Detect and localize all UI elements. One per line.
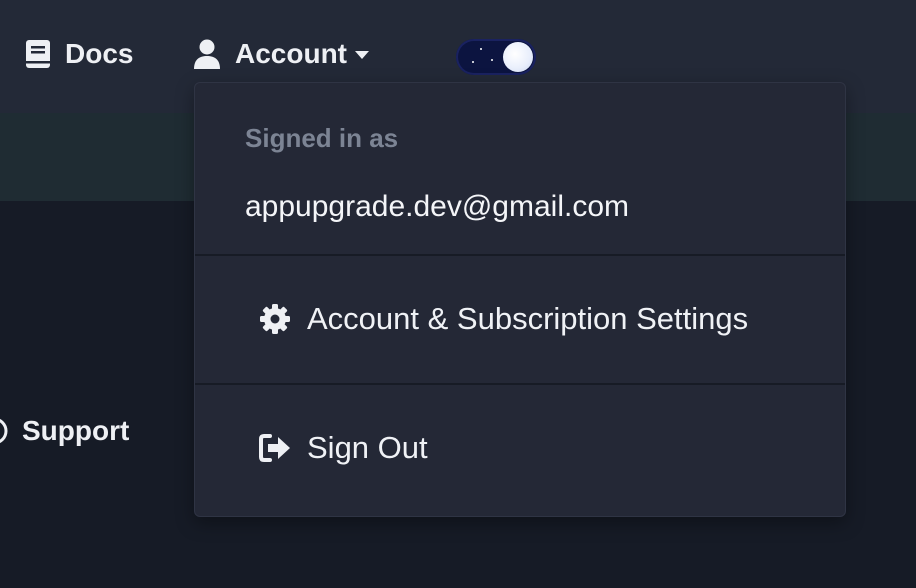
sign-out-label: Sign Out: [307, 430, 428, 465]
nav-docs-link[interactable]: Docs: [25, 38, 133, 70]
user-email: appupgrade.dev@gmail.com: [245, 190, 630, 223]
support-icon: [0, 416, 8, 446]
account-settings-label: Account & Subscription Settings: [307, 301, 749, 336]
sign-out-menu-item[interactable]: Sign Out: [259, 430, 428, 466]
nav-docs-label: Docs: [65, 38, 134, 69]
nav-support-link[interactable]: Support: [0, 415, 129, 447]
caret-down-icon: [355, 51, 369, 59]
account-settings-menu-item[interactable]: Account & Subscription Settings: [259, 301, 748, 337]
divider: [195, 254, 845, 256]
nav-support-label: Support: [22, 415, 130, 446]
account-dropdown-menu: Signed in as appupgrade.dev@gmail.com Ac…: [194, 82, 846, 517]
star-icon: [480, 48, 482, 50]
nav-account-menu[interactable]: Account: [193, 38, 369, 70]
moon-icon: [503, 42, 533, 72]
star-icon: [472, 61, 474, 63]
signed-in-header: Signed in as: [245, 123, 399, 153]
nav-account-label: Account: [235, 38, 347, 69]
user-icon: [193, 39, 221, 69]
gear-icon: [259, 303, 291, 335]
divider: [195, 383, 845, 385]
star-icon: [491, 59, 493, 61]
sign-out-icon: [259, 434, 291, 462]
theme-toggle[interactable]: [456, 39, 536, 75]
book-icon: [25, 39, 51, 69]
